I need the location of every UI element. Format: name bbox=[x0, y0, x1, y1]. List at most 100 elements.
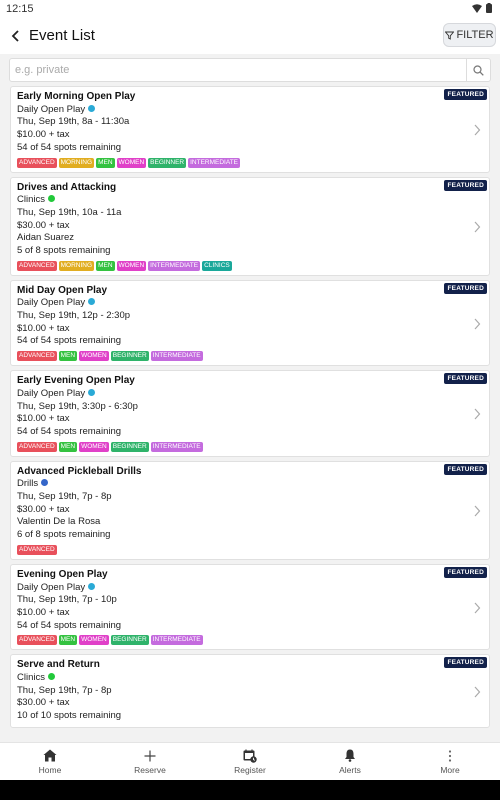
event-category: Drills bbox=[17, 478, 39, 490]
nav-more[interactable]: More bbox=[400, 743, 500, 780]
tag-badge: MORNING bbox=[58, 260, 95, 271]
event-category: Clinics bbox=[17, 194, 45, 206]
event-card[interactable]: FEATURED Serve and Return Clinics Thu, Sep … bbox=[10, 654, 490, 728]
search-icon bbox=[473, 64, 484, 76]
event-price-row: $30.00 + tax bbox=[17, 504, 70, 515]
featured-badge: FEATURED bbox=[444, 282, 487, 294]
event-spots-remaining-row: 54 of 54 spots remaining bbox=[17, 335, 121, 346]
event-price: $10.00 + tax bbox=[17, 413, 70, 425]
event-spots-remaining: 54 of 54 spots remaining bbox=[17, 425, 122, 437]
search-input[interactable] bbox=[10, 59, 466, 81]
event-instructor-row: Valentin De la Rosa bbox=[17, 516, 100, 527]
event-datetime-row: Thu, Sep 19th, 7p - 10p bbox=[17, 594, 117, 605]
event-price-row: $10.00 + tax bbox=[17, 413, 70, 424]
tag-list: ADVANCED MEN WOMEN BEGINNER INTERMEDIATE bbox=[17, 441, 203, 452]
event-price: $30.00 + tax bbox=[17, 219, 70, 231]
event-spots-remaining: 54 of 54 spots remaining bbox=[17, 141, 122, 153]
more-vertical-icon bbox=[448, 749, 452, 762]
event-price: $30.00 + tax bbox=[17, 503, 70, 515]
event-spots-remaining: 54 of 54 spots remaining bbox=[17, 619, 122, 631]
app-header: Event List FILTER bbox=[0, 18, 500, 54]
category-dot-icon bbox=[88, 104, 96, 112]
home-icon bbox=[43, 749, 57, 762]
event-spots-remaining: 6 of 8 spots remaining bbox=[17, 529, 111, 541]
event-card[interactable]: FEATURED Mid Day Open Play Daily Open Play… bbox=[10, 279, 490, 367]
category-dot-icon bbox=[47, 195, 55, 203]
event-list: FEATURED Early Morning Open Play Daily Ope… bbox=[0, 86, 500, 742]
event-spots-remaining-row: 54 of 54 spots remaining bbox=[17, 142, 121, 153]
event-card[interactable]: FEATURED Early Evening Open Play Daily Ope… bbox=[10, 370, 490, 457]
event-category-row: Daily Open Play bbox=[17, 582, 96, 593]
event-instructor-row: Aidan Suarez bbox=[17, 232, 74, 243]
tag-badge: ADVANCED bbox=[17, 351, 57, 362]
event-name: Evening Open Play bbox=[17, 568, 108, 580]
event-name-row: Advanced Pickleball Drills bbox=[17, 466, 142, 477]
tag-badge: MEN bbox=[58, 351, 78, 362]
event-category-row: Clinics bbox=[17, 672, 55, 683]
chevron-right-icon bbox=[474, 409, 481, 420]
event-card[interactable]: FEATURED Early Morning Open Play Daily Ope… bbox=[10, 86, 490, 173]
event-name-row: Mid Day Open Play bbox=[17, 285, 107, 296]
nav-reserve[interactable]: Reserve bbox=[100, 743, 200, 780]
event-card[interactable]: FEATURED Advanced Pickleball Drills Drills… bbox=[10, 460, 490, 560]
nav-alerts[interactable]: Alerts bbox=[300, 743, 400, 780]
system-icons bbox=[472, 3, 492, 13]
nav-label-more: More bbox=[440, 764, 460, 775]
event-category-row: Daily Open Play bbox=[17, 104, 96, 115]
nav-label-register: Register bbox=[234, 764, 266, 775]
event-name-row: Early Evening Open Play bbox=[17, 375, 135, 386]
filter-button[interactable]: FILTER bbox=[443, 23, 496, 47]
event-price: $10.00 + tax bbox=[17, 322, 70, 334]
bell-icon bbox=[345, 749, 355, 762]
nav-register[interactable]: Register bbox=[200, 743, 300, 780]
featured-badge: FEATURED bbox=[444, 657, 487, 669]
bottom-nav: Home Reserve Register Alerts More bbox=[0, 742, 500, 780]
event-category-row: Drills bbox=[17, 478, 49, 490]
event-spots-remaining-row: 6 of 8 spots remaining bbox=[17, 529, 110, 540]
event-datetime: Thu, Sep 19th, 7p - 8p bbox=[17, 684, 112, 696]
nav-home[interactable]: Home bbox=[0, 743, 100, 780]
tag-badge: INTERMEDIATE bbox=[150, 441, 203, 452]
category-dot-icon bbox=[41, 479, 49, 487]
event-price: $10.00 + tax bbox=[17, 129, 70, 141]
category-dot-icon bbox=[88, 582, 96, 590]
event-card[interactable]: FEATURED Drives and Attacking Clinics Thu, … bbox=[10, 176, 490, 276]
event-datetime-row: Thu, Sep 19th, 8a - 11:30a bbox=[17, 116, 129, 127]
back-arrow-icon[interactable] bbox=[9, 28, 23, 44]
tag-list: ADVANCED MORNING MEN WOMEN BEGINNER INTERMEDI… bbox=[17, 157, 241, 168]
tag-badge: INTERMEDIATE bbox=[148, 260, 201, 271]
tag-badge: MEN bbox=[58, 441, 78, 452]
tag-badge: BEGINNER bbox=[110, 351, 149, 362]
event-price-row: $10.00 + tax bbox=[17, 129, 70, 140]
featured-badge: FEATURED bbox=[444, 566, 487, 578]
status-time: 12:15 bbox=[6, 3, 34, 15]
chevron-right-icon bbox=[474, 318, 481, 330]
tag-list: ADVANCED bbox=[17, 544, 57, 555]
page-title: Event List bbox=[29, 27, 95, 44]
event-datetime: Thu, Sep 19th, 3:30p - 6:30p bbox=[17, 400, 138, 412]
filter-icon bbox=[445, 31, 455, 40]
event-category-row: Daily Open Play bbox=[17, 388, 96, 399]
tag-badge: WOMEN bbox=[116, 260, 147, 271]
wifi-icon bbox=[472, 3, 482, 13]
nav-label-alerts: Alerts bbox=[339, 764, 361, 775]
search-bar bbox=[9, 58, 491, 82]
search-button[interactable] bbox=[466, 59, 490, 81]
tag-list: ADVANCED MEN WOMEN BEGINNER INTERMEDIATE bbox=[17, 351, 203, 362]
filter-label: FILTER bbox=[456, 29, 494, 41]
tag-badge: ADVANCED bbox=[17, 544, 57, 555]
tag-badge: ADVANCED bbox=[17, 260, 57, 271]
chevron-right-icon bbox=[474, 505, 481, 517]
status-bar: 12:15 bbox=[0, 0, 500, 18]
tag-badge: WOMEN bbox=[116, 157, 147, 168]
chevron-right-icon bbox=[474, 602, 481, 614]
calendar-clock-icon bbox=[243, 749, 257, 763]
event-instructor: Aidan Suarez bbox=[17, 232, 75, 244]
tag-badge: BEGINNER bbox=[110, 441, 149, 452]
tag-badge: INTERMEDIATE bbox=[150, 635, 203, 646]
tag-badge: WOMEN bbox=[79, 635, 109, 646]
event-card[interactable]: FEATURED Evening Open Play Daily Open Play… bbox=[10, 563, 490, 651]
event-datetime-row: Thu, Sep 19th, 10a - 11a bbox=[17, 207, 121, 218]
featured-badge: FEATURED bbox=[444, 89, 487, 100]
category-dot-icon bbox=[47, 673, 55, 681]
